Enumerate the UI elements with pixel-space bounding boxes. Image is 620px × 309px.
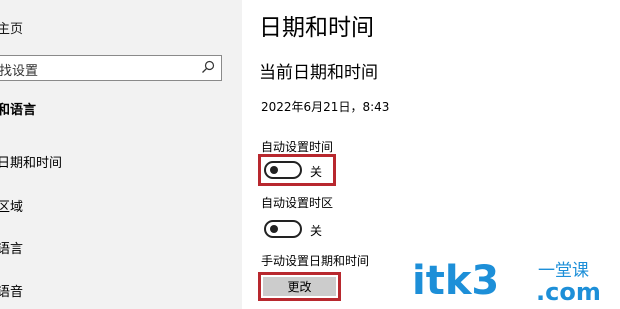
auto-time-toggle[interactable] — [264, 161, 302, 179]
change-button[interactable]: 更改 — [263, 277, 336, 296]
current-datetime: 2022年6月21日，8:43 — [261, 100, 390, 114]
toggle-knob — [270, 166, 278, 174]
search-placeholder: 找设置 — [0, 64, 39, 79]
sidebar-item-region[interactable]: 区域 — [0, 196, 23, 215]
sidebar-item-date-time[interactable]: 日期和时间 — [0, 152, 62, 171]
auto-timezone-toggle[interactable] — [264, 220, 302, 238]
auto-time-label: 自动设置时间 — [261, 140, 334, 154]
section-title: 当前日期和时间 — [259, 63, 378, 83]
toggle-knob — [270, 225, 278, 233]
page-title: 日期和时间 — [259, 15, 374, 41]
watermark-domain: itk3 — [412, 258, 499, 304]
sidebar-item-language[interactable]: 语言 — [0, 238, 23, 257]
search-icon — [202, 60, 215, 73]
search-input[interactable]: 找设置 — [0, 55, 222, 81]
sidebar: 主页 找设置 和语言 日期和时间 区域 语言 语音 — [0, 0, 242, 309]
auto-timezone-row: 关 — [258, 213, 336, 245]
sidebar-section-title: 和语言 — [0, 103, 37, 118]
auto-time-state: 关 — [310, 165, 323, 179]
auto-timezone-label: 自动设置时区 — [261, 196, 334, 210]
auto-time-highlight: 关 — [258, 154, 336, 186]
change-button-highlight: 更改 — [258, 272, 341, 301]
watermark-suffix: .com — [536, 278, 601, 306]
watermark-tagline: 一堂课 — [538, 261, 589, 281]
manual-datetime-label: 手动设置日期和时间 — [261, 254, 370, 268]
auto-timezone-state: 关 — [310, 224, 323, 238]
sidebar-home[interactable]: 主页 — [0, 18, 23, 37]
watermark-logo: itk3 .com 一堂课 — [412, 258, 601, 306]
sidebar-item-speech[interactable]: 语音 — [0, 281, 23, 300]
